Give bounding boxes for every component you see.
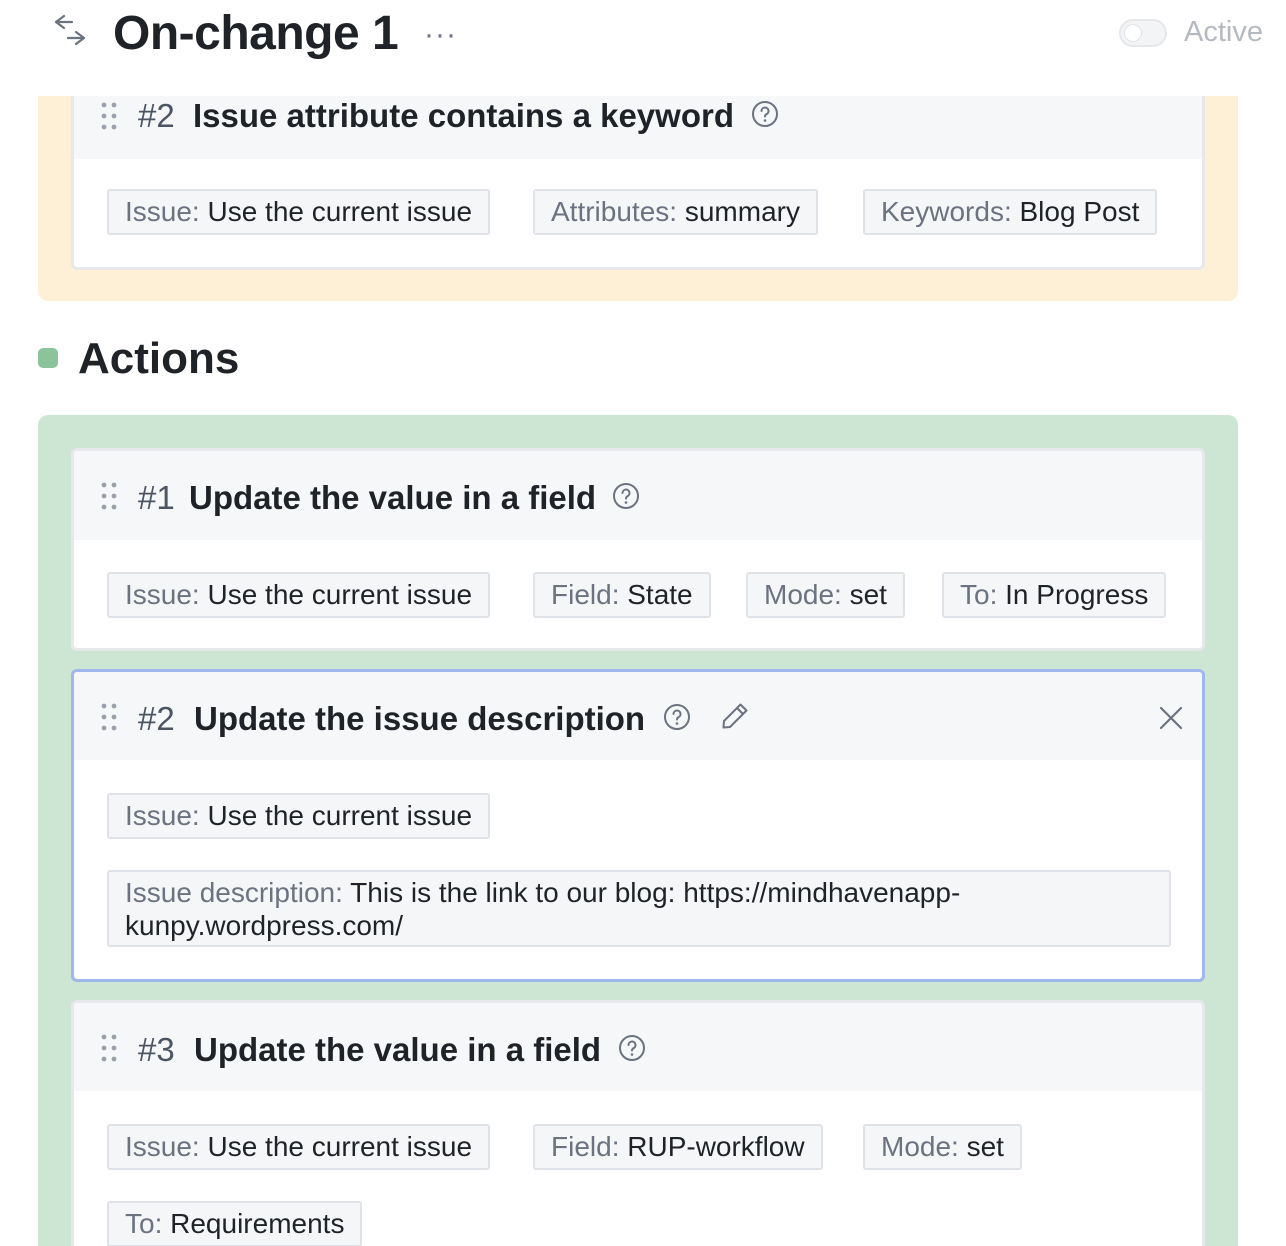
chip-key: Issue: [125,1131,200,1162]
action-number: #3 [138,1031,175,1068]
action-chip-description[interactable]: Issue description: This is the link to o… [107,870,1171,947]
chip-value: In Progress [1005,579,1149,610]
close-icon[interactable] [1158,705,1184,731]
chip-key: Issue description: [125,877,343,908]
action-chip-mode[interactable]: Mode: set [746,572,905,618]
chip-key: Issue: [125,579,200,610]
chip-key: Mode: [881,1131,959,1162]
chip-value: Use the current issue [207,1131,473,1162]
condition-number: #2 [138,97,175,134]
action-title: Update the issue description [194,700,646,737]
action-number: #2 [138,700,175,737]
drag-handle-icon[interactable] [100,1033,118,1063]
actions-heading: Actions [78,334,240,383]
chip-value: Use the current issue [207,196,473,227]
chip-value: State [627,579,693,610]
active-toggle[interactable] [1119,19,1167,47]
action-chip-mode[interactable]: Mode: set [863,1124,1022,1170]
drag-handle-icon[interactable] [100,101,118,131]
chip-value: summary [684,196,800,227]
drag-handle-icon[interactable] [100,702,118,732]
action-card-2[interactable]: #2 Update the issue description Issue: U… [71,669,1205,982]
more-options-button[interactable]: ··· [424,18,457,52]
action-card-header: #2 Update the issue description [74,672,1202,760]
rule-title[interactable]: On-change 1 [113,6,399,61]
action-title: Update the value in a field [194,1031,602,1068]
help-icon[interactable] [612,482,640,510]
rule-editor-page: #2 Issue attribute contains a keyword Is… [0,0,1286,1246]
help-icon[interactable] [618,1034,646,1062]
chip-value: Use the current issue [207,800,473,831]
chip-value: Use the current issue [207,579,473,610]
chip-value: RUP-workflow [627,1131,805,1162]
action-card-header: #1 Update the value in a field [74,451,1202,540]
active-label: Active [1184,16,1263,48]
action-chip-to[interactable]: To: In Progress [942,572,1167,618]
chip-key: Field: [551,1131,620,1162]
condition-chip-keywords[interactable]: Keywords: Blog Post [863,189,1158,235]
chip-value: Requirements [170,1208,345,1239]
action-card-header: #3 Update the value in a field [74,1003,1202,1091]
condition-chip-attributes[interactable]: Attributes: summary [533,189,818,235]
condition-title: Issue attribute contains a keyword [193,97,734,134]
condition-chip-issue[interactable]: Issue: Use the current issue [107,189,491,235]
help-icon[interactable] [751,100,779,128]
chip-key: Keywords: [881,196,1012,227]
drag-handle-icon[interactable] [100,481,118,511]
action-chip-field[interactable]: Field: State [533,572,711,618]
pencil-edit-icon[interactable] [720,701,750,731]
chip-key: To: [960,579,998,610]
action-chip-to[interactable]: To: Requirements [107,1201,363,1246]
help-icon[interactable] [663,703,691,731]
action-card-1[interactable]: #1 Update the value in a field Issue: Us… [71,448,1205,651]
chip-value: set [849,579,887,610]
condition-card-2[interactable]: #2 Issue attribute contains a keyword Is… [71,70,1205,270]
chip-key: Mode: [764,579,842,610]
action-card-3[interactable]: #3 Update the value in a field Issue: Us… [71,1000,1205,1246]
chip-key: Issue: [125,196,200,227]
chip-key: Issue: [125,800,200,831]
rule-header: On-change 1 ··· Active [0,0,1286,96]
action-title: Update the value in a field [189,479,597,516]
chip-value: set [966,1131,1004,1162]
chip-key: To: [125,1208,163,1239]
actions-section-dot [38,348,58,368]
action-chip-issue[interactable]: Issue: Use the current issue [107,572,491,618]
action-chip-issue[interactable]: Issue: Use the current issue [107,1124,491,1170]
toggle-knob [1124,24,1142,42]
action-chip-field[interactable]: Field: RUP-workflow [533,1124,823,1170]
arrows-exchange-icon [54,14,86,46]
chip-value: Blog Post [1019,196,1140,227]
chip-key: Attributes: [551,196,678,227]
action-number: #1 [138,479,175,516]
chip-key: Field: [551,579,620,610]
action-chip-issue[interactable]: Issue: Use the current issue [107,793,491,839]
